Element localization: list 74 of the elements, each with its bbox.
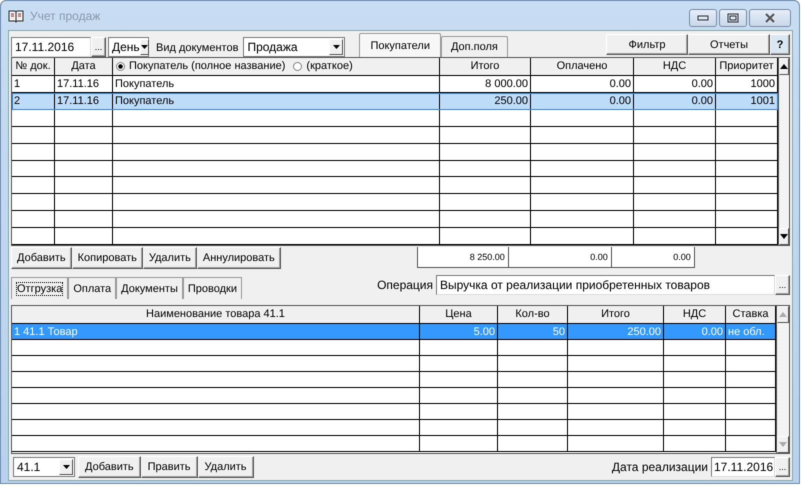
date-field[interactable]: 17.11.2016 bbox=[11, 37, 91, 57]
table-cell: 0.00 bbox=[531, 92, 634, 109]
window-title: Учет продаж bbox=[30, 8, 100, 22]
column-header[interactable]: Итого bbox=[568, 306, 664, 323]
action-button[interactable]: Править bbox=[140, 456, 198, 478]
tab[interactable]: Документы bbox=[116, 277, 183, 299]
field-label: Дата реализации bbox=[612, 460, 708, 474]
table-cell: 250.00 bbox=[440, 92, 531, 109]
caret-icon bbox=[59, 459, 73, 475]
tab[interactable]: Доп.поля bbox=[440, 36, 508, 57]
table-cell: 2 bbox=[12, 92, 55, 109]
toolbar-button[interactable]: Фильтр bbox=[606, 34, 688, 55]
table-cell: 1 41.1 Товар bbox=[12, 324, 420, 339]
tab[interactable]: Оплата bbox=[68, 277, 116, 299]
table-cell: 5.00 bbox=[420, 324, 498, 339]
action-button[interactable]: Копировать bbox=[72, 247, 143, 269]
minimize-button[interactable] bbox=[689, 9, 717, 27]
action-button[interactable]: Добавить bbox=[78, 456, 141, 478]
table-cell: 1 bbox=[12, 76, 55, 92]
total-value: 8 250.00 bbox=[418, 247, 509, 267]
table-cell: 17.11.16 bbox=[55, 76, 113, 92]
column-header[interactable]: Кол-во bbox=[498, 306, 568, 323]
table-cell: 250.00 bbox=[568, 324, 664, 339]
column-header[interactable]: Итого bbox=[440, 58, 531, 75]
column-header[interactable]: Дата bbox=[55, 58, 113, 75]
radio-option[interactable]: (краткое) bbox=[293, 58, 353, 75]
table-cell: 0.00 bbox=[634, 92, 716, 109]
caret-icon bbox=[329, 39, 344, 55]
column-header[interactable]: Цена bbox=[420, 306, 498, 323]
action-button[interactable]: Удалить bbox=[198, 456, 254, 478]
action-button[interactable]: Добавить bbox=[11, 247, 72, 269]
help-button[interactable]: ? bbox=[770, 34, 790, 55]
maximize-button[interactable] bbox=[719, 9, 747, 27]
column-header[interactable]: НДС bbox=[664, 306, 726, 323]
dropdown[interactable]: 41.1 bbox=[13, 457, 75, 477]
tab[interactable]: Покупатели bbox=[359, 33, 441, 57]
radio-option[interactable]: Покупатель (полное название) bbox=[116, 58, 286, 75]
table-cell: Покупатель bbox=[113, 92, 440, 109]
table-cell: Покупатель bbox=[113, 76, 440, 92]
dropdown[interactable]: Продажа bbox=[243, 37, 346, 57]
total-value: 0.00 bbox=[508, 247, 612, 267]
date-field[interactable]: 17.11.2016 bbox=[711, 457, 775, 477]
table-row[interactable]: 2 17.11.16 Покупатель 250.00 0.00 0.00 1001 bbox=[12, 92, 778, 110]
tab[interactable]: Отгрузка bbox=[11, 277, 68, 299]
book-icon bbox=[8, 8, 24, 22]
dropdown[interactable]: День bbox=[108, 37, 149, 57]
caret-icon bbox=[140, 39, 149, 55]
column-header[interactable]: № док. bbox=[12, 58, 55, 75]
table-cell: 0.00 bbox=[531, 76, 634, 92]
table-cell: 50 bbox=[498, 324, 568, 339]
operation-field[interactable]: Выручка от реализации приобретенных товаров bbox=[436, 275, 775, 295]
field-label: Операция bbox=[377, 278, 433, 292]
browse-button[interactable]: ... bbox=[775, 275, 790, 295]
close-icon bbox=[764, 13, 776, 23]
date-picker-button[interactable]: ... bbox=[775, 457, 790, 477]
scrollbar[interactable] bbox=[778, 58, 789, 245]
action-button[interactable]: Аннулировать bbox=[196, 247, 281, 269]
column-header[interactable]: Наименование товара 41.1 bbox=[12, 306, 420, 323]
action-button[interactable]: Удалить bbox=[142, 247, 197, 269]
table-cell: 0.00 bbox=[664, 324, 726, 339]
close-button[interactable] bbox=[749, 9, 791, 27]
toolbar-button[interactable]: Отчеты bbox=[688, 34, 770, 55]
column-header[interactable]: Оплачено bbox=[531, 58, 634, 75]
column-header[interactable]: НДС bbox=[634, 58, 716, 75]
tab[interactable]: Проводки bbox=[182, 277, 242, 299]
scrollbar[interactable] bbox=[776, 306, 789, 453]
field-label: Вид документов bbox=[156, 42, 238, 54]
table-cell: 8 000.00 bbox=[440, 76, 531, 92]
minimize-icon bbox=[697, 15, 709, 21]
total-value: 0.00 bbox=[672, 251, 692, 264]
table-cell: 17.11.16 bbox=[55, 92, 113, 109]
table-cell: 0.00 bbox=[634, 76, 716, 92]
date-picker-button[interactable]: ... bbox=[91, 37, 106, 57]
restore-icon bbox=[727, 13, 739, 23]
